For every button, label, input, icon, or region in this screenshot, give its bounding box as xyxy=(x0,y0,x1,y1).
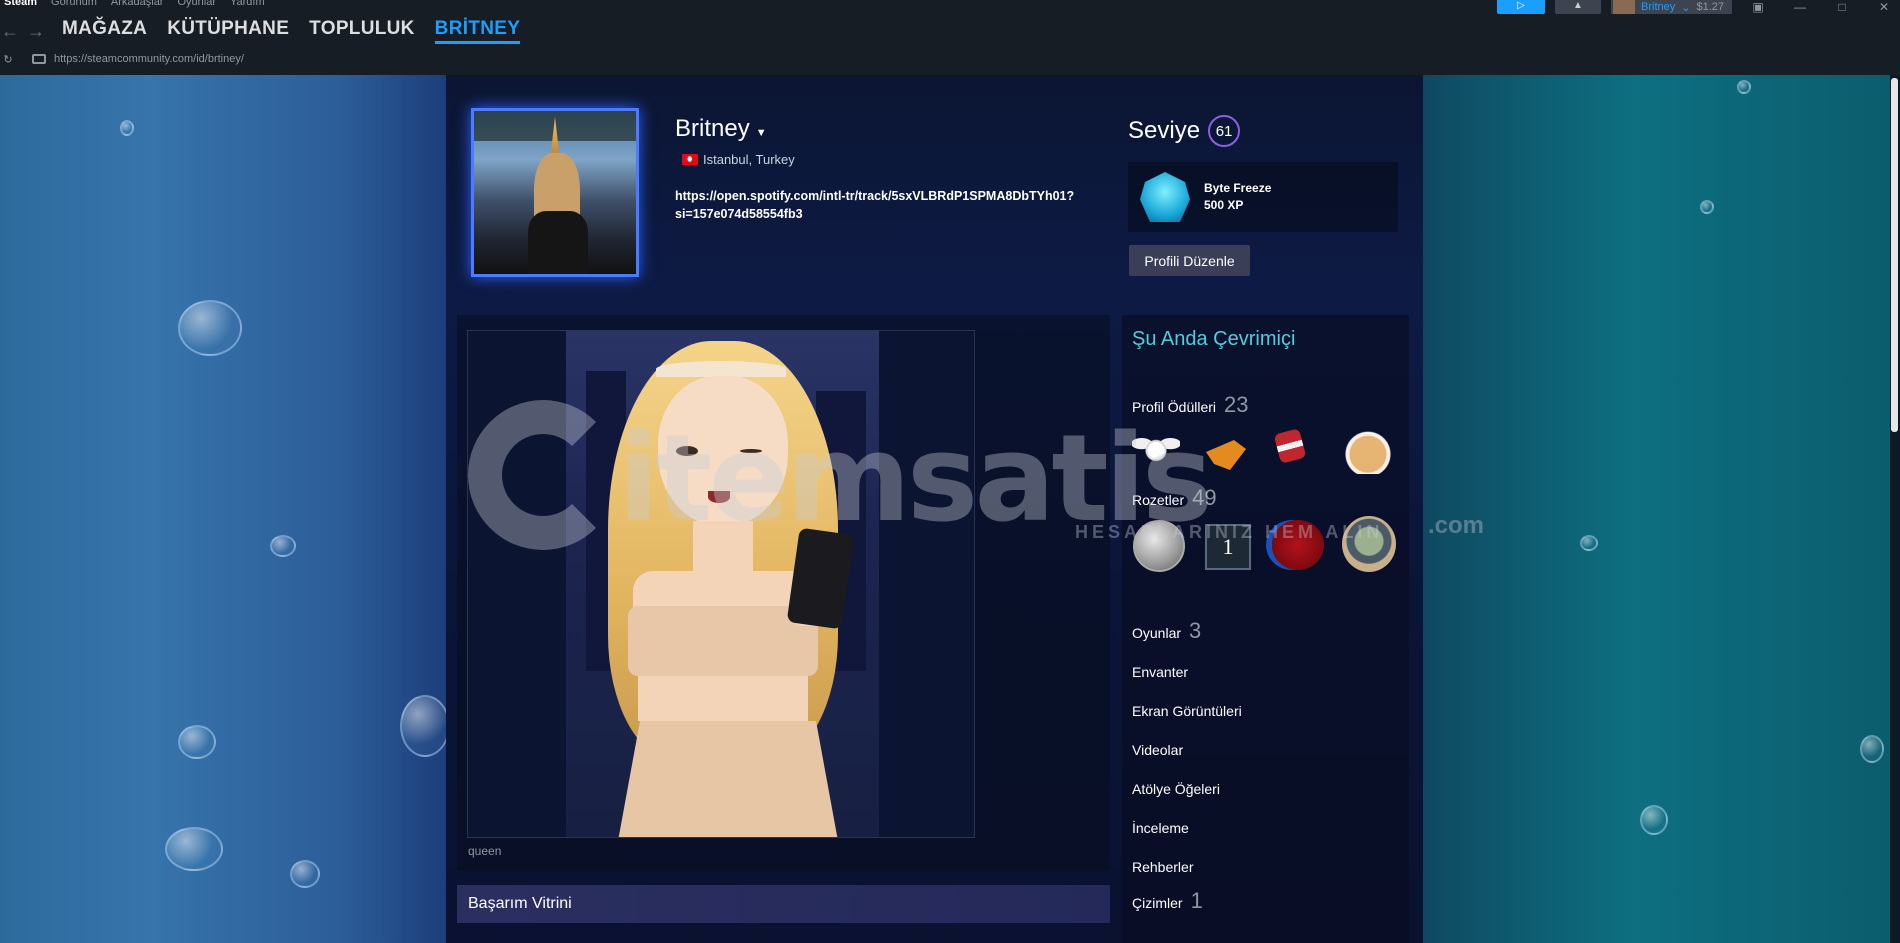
persona-name[interactable]: Britney ▼ xyxy=(675,115,767,143)
profile-location: Istanbul, Turkey xyxy=(682,152,795,167)
url-address[interactable]: https://steamcommunity.com/id/brtiney/ xyxy=(54,53,244,65)
steam-client-header: Steam Görünüm Arkadaşlar Oyunlar Yardım … xyxy=(0,0,1900,75)
bubble xyxy=(1640,805,1668,835)
account-name: Britney xyxy=(1641,1,1676,13)
artwork-image[interactable] xyxy=(467,330,975,838)
caret-down-icon[interactable]: ▼ xyxy=(756,127,767,139)
artwork-skirt xyxy=(618,721,838,837)
avatar-body xyxy=(528,211,588,274)
scrollbar-thumb[interactable] xyxy=(1891,78,1898,432)
bubble xyxy=(178,725,216,759)
bubble xyxy=(290,860,320,888)
bell-icon[interactable]: ▲ xyxy=(1555,0,1601,14)
artwork-shoulders xyxy=(633,571,813,611)
nav-store[interactable]: MAĞAZA xyxy=(62,18,147,44)
silver-coin-badge-icon[interactable] xyxy=(1133,520,1185,572)
bubble xyxy=(1737,80,1751,94)
artwork-caption: queen xyxy=(468,844,502,858)
reviews-link[interactable]: İnceleme xyxy=(1132,820,1189,836)
badge-name: Byte Freeze xyxy=(1204,181,1272,195)
maximize-icon[interactable]: □ xyxy=(1826,0,1858,14)
awards-section[interactable]: Profil Ödülleri 23 xyxy=(1132,392,1249,418)
bubble xyxy=(178,300,242,356)
screenshots-link[interactable]: Ekran Görüntüleri xyxy=(1132,703,1242,719)
cat-award-icon[interactable] xyxy=(1345,430,1391,474)
minimize-icon[interactable]: — xyxy=(1784,0,1816,14)
badges-section[interactable]: Rozetler 49 xyxy=(1132,485,1217,511)
awards-count: 23 xyxy=(1224,392,1249,417)
nav-library[interactable]: KÜTÜPHANE xyxy=(167,18,289,44)
bubble xyxy=(270,535,296,557)
years-of-service-badge-icon[interactable]: 1 xyxy=(1205,524,1251,570)
menu-bar: Steam Görünüm Arkadaşlar Oyunlar Yardım xyxy=(0,0,265,12)
nav-links: MAĞAZA KÜTÜPHANE TOPLULUK BRİTNEY xyxy=(62,18,521,44)
monitor-icon[interactable]: ▣ xyxy=(1742,0,1774,14)
edit-profile-button[interactable]: Profili Düzenle xyxy=(1129,245,1250,276)
window-controls: ▷ ▲ Britney ⌄ $1.27 ▣ — □ ✕ xyxy=(1497,0,1900,14)
megaphone-icon[interactable]: ▷ xyxy=(1497,0,1545,14)
badges-count: 49 xyxy=(1192,485,1217,510)
back-arrow-icon[interactable]: ← xyxy=(0,21,20,42)
reload-icon[interactable]: ↻ xyxy=(0,53,16,66)
bubble xyxy=(120,120,134,136)
achievement-showcase-title: Başarım Vitrini xyxy=(468,895,572,912)
level-badge[interactable]: 61 xyxy=(1208,115,1241,147)
nav-community[interactable]: TOPLULUK xyxy=(309,18,415,44)
menu-view[interactable]: Görünüm xyxy=(51,0,97,12)
wallet-balance: $1.27 xyxy=(1696,1,1724,13)
menu-help[interactable]: Yardım xyxy=(230,0,265,12)
artwork-label: Çizimler xyxy=(1132,895,1183,911)
bubble xyxy=(400,695,450,757)
videos-link[interactable]: Videolar xyxy=(1132,742,1183,758)
profile-summary[interactable]: https://open.spotify.com/intl-tr/track/5… xyxy=(675,187,1095,223)
games-link[interactable]: Oyunlar 3 xyxy=(1132,618,1201,644)
artwork-headband xyxy=(656,361,786,377)
artwork-eye xyxy=(676,446,698,456)
zombie-badge-icon[interactable] xyxy=(1342,516,1396,572)
guides-link[interactable]: Rehberler xyxy=(1132,859,1193,875)
avatar xyxy=(1613,0,1635,14)
badge-xp: 500 XP xyxy=(1204,198,1244,212)
nav-row: ← → MAĞAZA KÜTÜPHANE TOPLULUK BRİTNEY xyxy=(0,18,521,44)
wax-seal-badge-icon[interactable] xyxy=(1272,520,1324,570)
inventory-link[interactable]: Envanter xyxy=(1132,664,1188,680)
lock-icon xyxy=(32,54,46,64)
account-menu[interactable]: Britney ⌄ $1.27 xyxy=(1611,0,1732,14)
url-bar: ↻ https://steamcommunity.com/id/brtiney/ xyxy=(0,51,244,67)
artwork-eye xyxy=(740,449,762,453)
awards-label: Profil Ödülleri xyxy=(1132,399,1217,415)
forward-arrow-icon[interactable]: → xyxy=(26,21,46,42)
artwork-count: 1 xyxy=(1190,888,1203,913)
byte-freeze-badge-icon xyxy=(1140,172,1190,222)
favorite-badge[interactable]: Byte Freeze 500 XP xyxy=(1128,162,1398,232)
nav-profile[interactable]: BRİTNEY xyxy=(434,18,521,44)
bubble xyxy=(1860,735,1884,763)
artwork-mouth xyxy=(708,491,730,503)
artwork-waist xyxy=(638,676,808,721)
artwork-link[interactable]: Çizimler 1 xyxy=(1132,888,1203,914)
turkey-flag-icon xyxy=(682,154,698,165)
bubble xyxy=(1700,200,1714,214)
workshop-link[interactable]: Atölye Öğeleri xyxy=(1132,781,1220,797)
bubble xyxy=(165,827,223,871)
location-text: Istanbul, Turkey xyxy=(703,152,795,167)
menu-steam[interactable]: Steam xyxy=(4,0,37,12)
level-label: Seviye xyxy=(1128,117,1201,144)
persona-name-text: Britney xyxy=(675,115,750,142)
profile-level: Seviye 61 xyxy=(1128,115,1241,147)
chevron-down-icon: ⌄ xyxy=(1681,1,1691,14)
menu-games[interactable]: Oyunlar xyxy=(177,0,216,12)
badges-label: Rozetler xyxy=(1132,492,1185,508)
games-count: 3 xyxy=(1189,618,1202,643)
badge-info: Byte Freeze 500 XP xyxy=(1204,180,1271,214)
profile-avatar[interactable] xyxy=(471,108,639,277)
online-status: Şu Anda Çevrimiçi xyxy=(1132,328,1296,350)
menu-friends[interactable]: Arkadaşlar xyxy=(111,0,164,12)
games-label: Oyunlar xyxy=(1132,625,1182,641)
bubble xyxy=(1580,535,1598,551)
close-icon[interactable]: ✕ xyxy=(1868,0,1900,14)
winged-award-icon[interactable] xyxy=(1132,430,1180,464)
